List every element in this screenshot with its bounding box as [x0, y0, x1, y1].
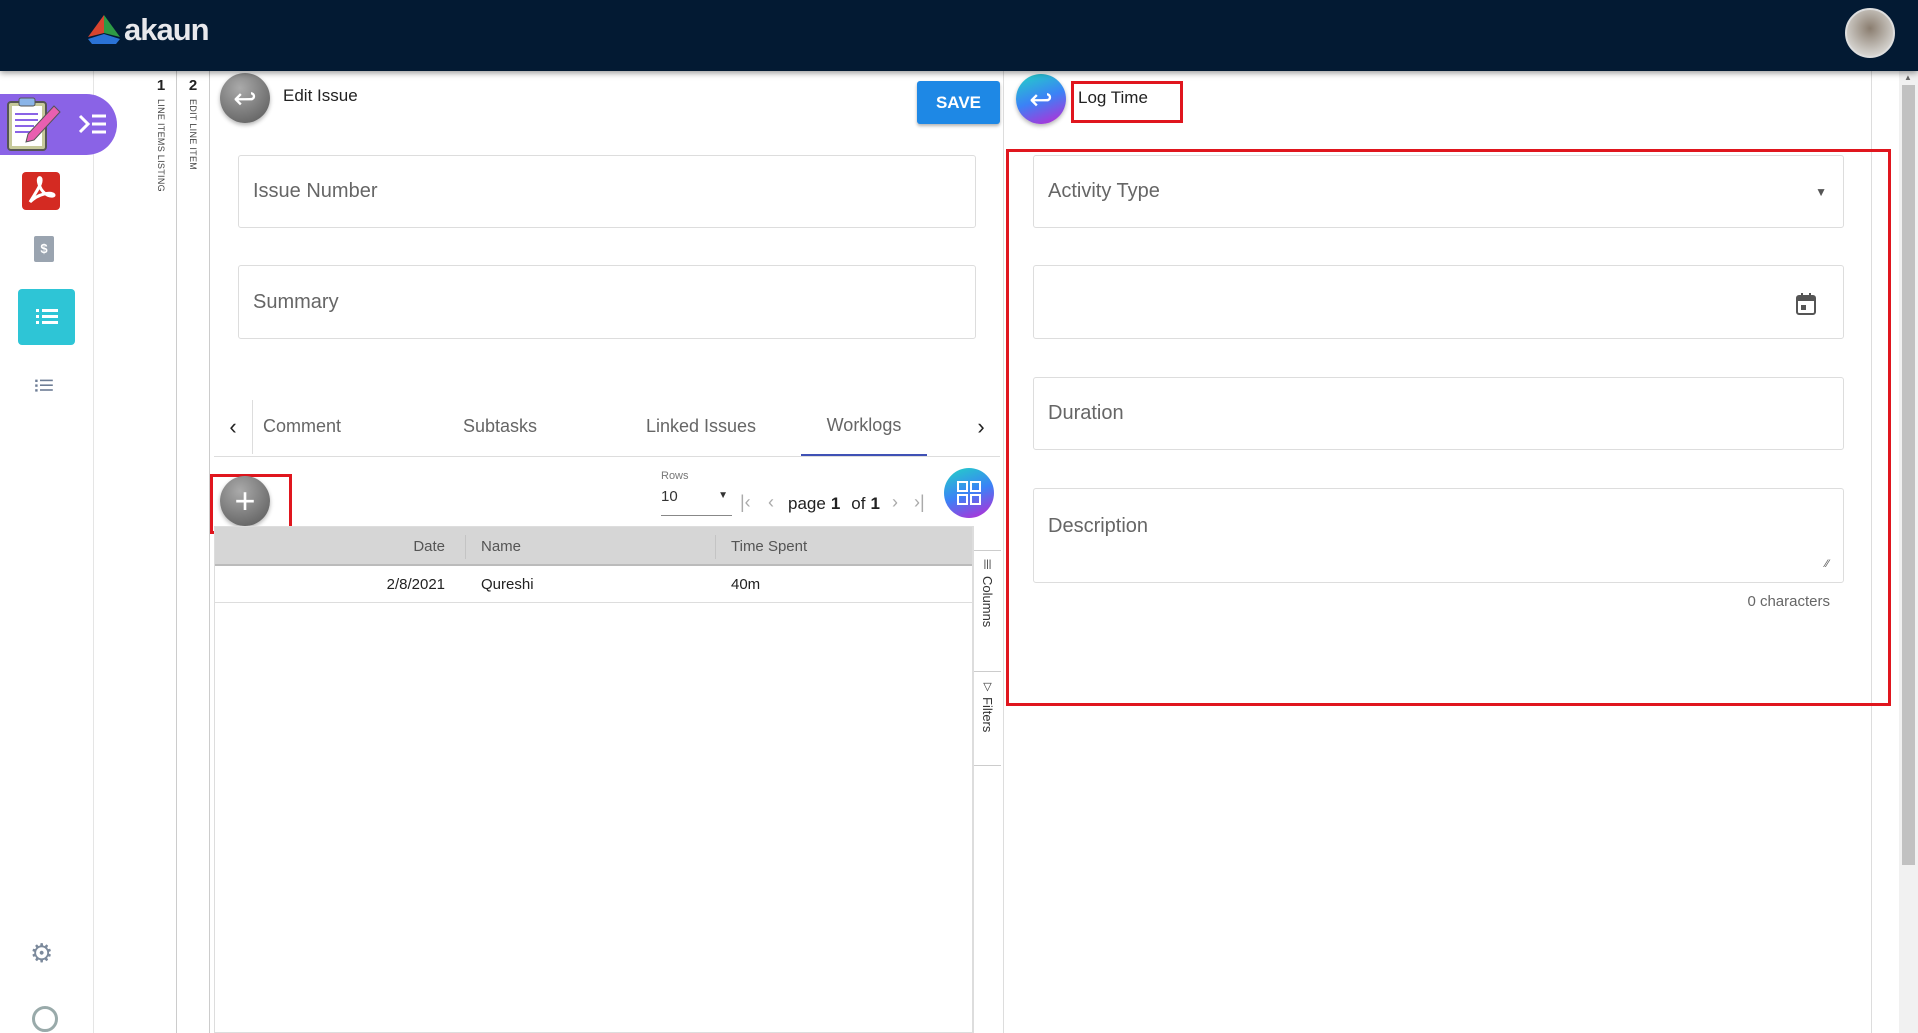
sidebar — [0, 71, 94, 1033]
worklog-table: Date Name Time Spent 2/8/2021 Qureshi 40… — [214, 526, 973, 1033]
step-label: EDIT LINE ITEM — [188, 99, 198, 171]
tab-linked-issues[interactable]: Linked Issues — [630, 397, 772, 456]
back-arrow-icon: ↩ — [233, 82, 257, 114]
chevron-down-icon: ▼ — [718, 490, 728, 501]
page-total: 1 — [870, 494, 880, 513]
step-number: 2 — [188, 77, 198, 94]
issue-number-field[interactable]: Issue Number — [238, 155, 976, 228]
tabs-divider — [214, 456, 1000, 457]
chevron-down-icon: ▼ — [1815, 184, 1827, 199]
sidebar-item-pdf[interactable] — [22, 172, 60, 210]
rows-label: Rows — [661, 470, 689, 482]
column-header-date[interactable]: Date — [215, 538, 451, 555]
columns-icon: ||| — [983, 559, 992, 570]
filter-icon: ▽ — [983, 681, 992, 693]
prev-page-button[interactable]: ‹ — [768, 492, 774, 513]
sidebar-item-issues-active[interactable] — [0, 94, 117, 155]
table-side-bar: ||| Columns ▽ Filters — [973, 526, 1001, 1033]
filters-label: Filters — [980, 697, 995, 733]
issue-number-placeholder: Issue Number — [253, 180, 378, 202]
grid-icon — [957, 481, 981, 505]
columns-tool-button[interactable]: ||| Columns — [974, 550, 1001, 672]
invoice-icon: $ — [40, 241, 48, 256]
calendar-icon[interactable] — [1795, 292, 1817, 316]
description-textarea[interactable]: Description ⁄⁄ — [1033, 488, 1844, 583]
step-label: LINE ITEMS LISTING — [156, 99, 166, 192]
activity-type-placeholder: Activity Type — [1048, 180, 1160, 202]
collapse-menu-icon[interactable] — [78, 112, 108, 136]
scroll-up-icon[interactable]: ▲ — [1904, 73, 1912, 82]
logo-text: akaun — [124, 12, 210, 47]
logo-icon — [88, 15, 120, 44]
character-count: 0 characters — [1747, 593, 1830, 610]
top-bar: akaun — [0, 0, 1918, 71]
last-page-button[interactable]: ›| — [914, 492, 925, 513]
sidebar-item-list[interactable] — [34, 378, 54, 394]
sidebar-item-invoice[interactable]: $ — [34, 236, 54, 262]
stepper-step-2[interactable]: 2 EDIT LINE ITEM — [177, 71, 210, 1033]
grid-view-button[interactable] — [944, 468, 994, 518]
cell-time-spent: 40m — [731, 576, 761, 593]
column-header-name[interactable]: Name — [481, 538, 521, 555]
log-time-title: Log Time — [1078, 88, 1148, 107]
user-avatar[interactable] — [1845, 8, 1895, 58]
filters-tool-button[interactable]: ▽ Filters — [974, 672, 1001, 766]
next-page-button[interactable]: › — [892, 492, 898, 513]
step-number: 1 — [156, 77, 166, 94]
scrollbar-thumb[interactable] — [1902, 85, 1915, 865]
rows-value: 10 — [661, 488, 678, 505]
save-button[interactable]: SAVE — [917, 81, 1000, 124]
summary-field[interactable]: Summary — [238, 265, 976, 339]
back-arrow-icon: ↩ — [1029, 83, 1053, 115]
page-label: page — [788, 494, 826, 513]
column-separator — [465, 535, 466, 559]
edit-issue-title: Edit Issue — [283, 86, 358, 105]
logo[interactable]: akaun — [88, 12, 210, 48]
page-indicator: page 1 of 1 — [788, 494, 880, 514]
date-field[interactable] — [1033, 265, 1844, 339]
first-page-button[interactable]: |‹ — [740, 492, 751, 513]
description-placeholder: Description — [1048, 515, 1149, 537]
log-time-back-button[interactable]: ↩ — [1016, 74, 1066, 124]
duration-placeholder: Duration — [1048, 402, 1124, 424]
tabs-scroll-left[interactable]: ‹ — [218, 397, 248, 456]
sidebar-item-list-active[interactable] — [18, 289, 75, 345]
tab-comment[interactable]: Comment — [252, 397, 352, 456]
acrobat-icon — [28, 176, 56, 204]
stepper-step-1[interactable]: 1 LINE ITEMS LISTING — [146, 71, 177, 1033]
edit-issue-back-button[interactable]: ↩ — [220, 73, 270, 123]
duration-field[interactable]: Duration — [1033, 377, 1844, 450]
of-label: of — [851, 494, 866, 513]
page-current: 1 — [830, 494, 841, 513]
tab-worklogs[interactable]: Worklogs — [801, 397, 927, 456]
tabs-scroll-right[interactable]: › — [963, 397, 999, 456]
summary-placeholder: Summary — [253, 290, 339, 313]
scrollbar[interactable]: ▲ — [1899, 71, 1918, 1033]
list-icon — [36, 309, 58, 324]
cell-date: 2/8/2021 — [386, 576, 445, 593]
settings-gear-icon[interactable]: ⚙ — [30, 938, 53, 969]
rows-select[interactable]: 10 ▼ — [661, 488, 732, 516]
tab-subtasks[interactable]: Subtasks — [440, 397, 560, 456]
table-row[interactable]: 2/8/2021 Qureshi 40m — [215, 566, 972, 603]
activity-type-select[interactable]: Activity Type ▼ — [1033, 155, 1844, 228]
table-header: Date Name Time Spent — [215, 527, 972, 566]
cell-name: Qureshi — [481, 576, 534, 593]
profile-icon[interactable] — [32, 1006, 58, 1032]
column-separator — [715, 535, 716, 559]
column-header-time-spent[interactable]: Time Spent — [731, 538, 807, 555]
clipboard-icon — [7, 97, 61, 151]
columns-label: Columns — [980, 576, 995, 628]
add-worklog-button[interactable]: + — [220, 476, 270, 526]
resize-handle-icon[interactable]: ⁄⁄ — [1825, 558, 1829, 570]
plus-icon: + — [234, 480, 256, 521]
